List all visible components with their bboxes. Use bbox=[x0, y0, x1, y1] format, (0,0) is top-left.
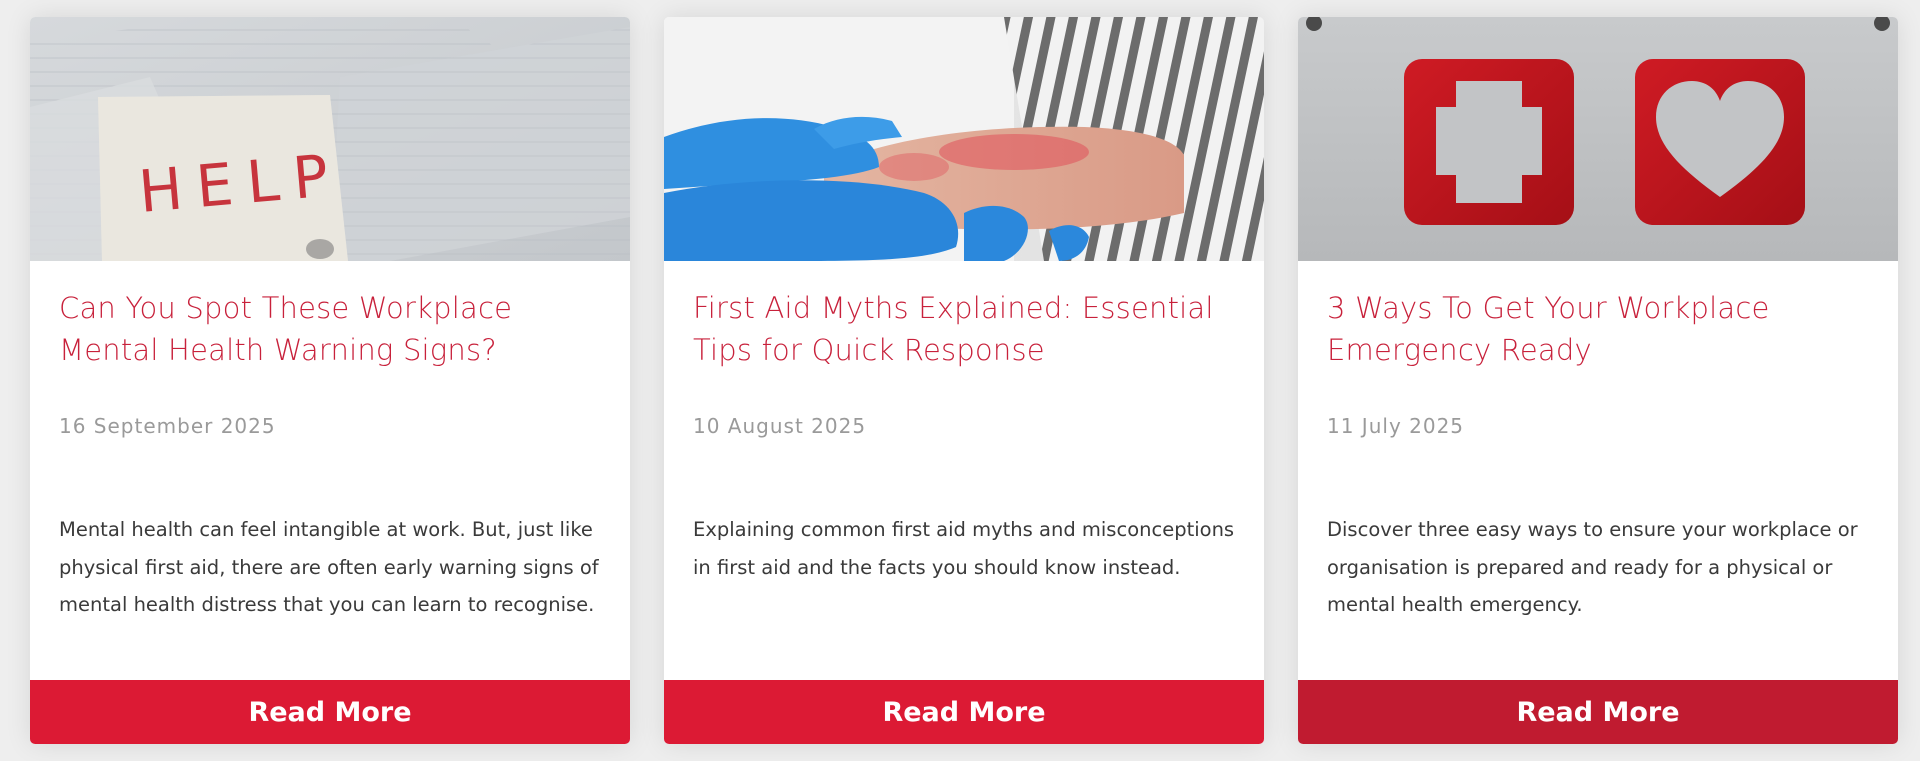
card-date: 10 August 2025 bbox=[693, 414, 867, 438]
blog-card: HELP Can You Spot These Workplace Mental… bbox=[30, 17, 630, 744]
help-note-icon: HELP bbox=[30, 17, 630, 261]
read-more-button[interactable]: Read More bbox=[664, 680, 1264, 744]
card-title[interactable]: Can You Spot These Workplace Mental Heal… bbox=[59, 287, 604, 371]
blog-cards-grid: HELP Can You Spot These Workplace Mental… bbox=[0, 0, 1920, 761]
read-more-button[interactable]: Read More bbox=[30, 680, 630, 744]
card-excerpt: Mental health can feel intangible at wor… bbox=[59, 518, 599, 616]
card-excerpt: Explaining common first aid myths and mi… bbox=[693, 518, 1235, 579]
card-title[interactable]: First Aid Myths Explained: Essential Tip… bbox=[693, 287, 1238, 371]
blog-card: First Aid Myths Explained: Essential Tip… bbox=[664, 17, 1264, 744]
card-date: 16 September 2025 bbox=[59, 414, 276, 438]
card-excerpt: Discover three easy ways to ensure your … bbox=[1327, 518, 1858, 616]
blog-card: 3 Ways To Get Your Workplace Emergency R… bbox=[1298, 17, 1898, 744]
gloved-hands-arm-icon bbox=[664, 17, 1264, 261]
read-more-button[interactable]: Read More bbox=[1298, 680, 1898, 744]
help-note-image[interactable]: HELP bbox=[30, 17, 630, 261]
card-title[interactable]: 3 Ways To Get Your Workplace Emergency R… bbox=[1327, 287, 1872, 371]
first-aid-hands-image[interactable] bbox=[664, 17, 1264, 261]
first-aid-sign-image[interactable] bbox=[1298, 17, 1898, 261]
first-aid-cross-heart-icon bbox=[1298, 17, 1898, 261]
card-date: 11 July 2025 bbox=[1327, 414, 1465, 438]
